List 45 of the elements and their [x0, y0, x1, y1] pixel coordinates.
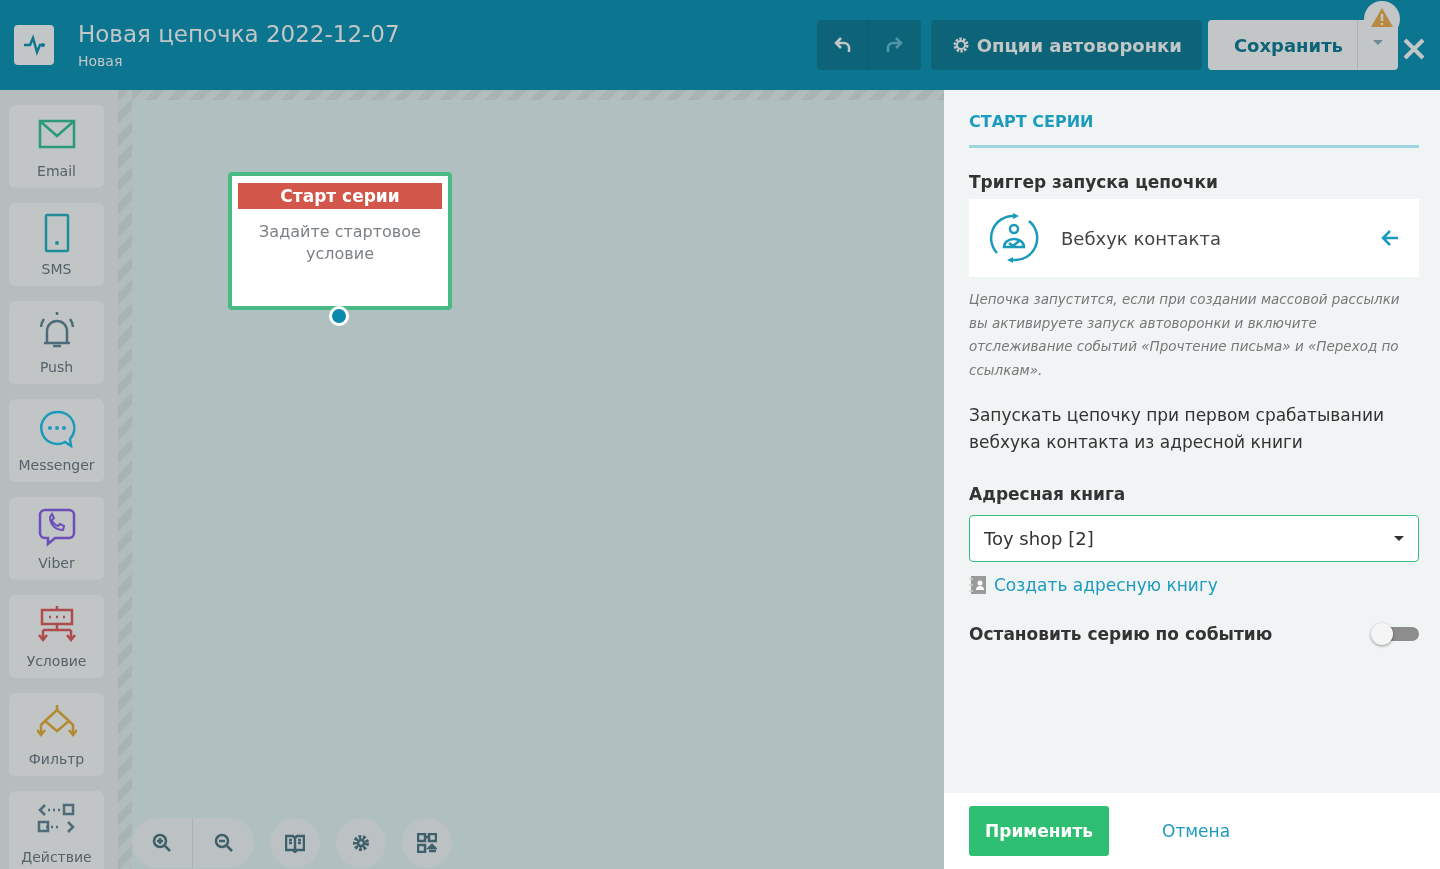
palette-item[interactable]: Messenger: [9, 399, 104, 482]
summary-text: Запускать цепочку при первом срабатывании вебхука контакта из адресной книги: [969, 404, 1385, 454]
guide-button[interactable]: [270, 818, 320, 868]
palette-item[interactable]: SMS: [9, 203, 104, 286]
settings-icon: [351, 833, 371, 853]
create-book-link[interactable]: Создать адресную книгу: [994, 575, 1218, 595]
palette-item[interactable]: Условие: [9, 595, 104, 678]
contact-book-icon: [969, 576, 987, 594]
blocks-icon: [417, 833, 437, 853]
window-title: Новая цепочка 2022-12-07: [78, 21, 401, 47]
description-text: Цепочка запустится, если при создании массовой рассылки вы активируете запуск автоворонки и включите отслеживание событий «Прочтение письма» и «Переход по ссылкам».: [969, 290, 1401, 380]
settings-button[interactable]: [336, 818, 386, 868]
stop-toggle[interactable]: [1371, 623, 1419, 645]
options-button[interactable]: Опции автоворонки: [930, 20, 1202, 70]
zoom-out-icon: [213, 833, 234, 853]
book-icon: [285, 833, 305, 853]
node-title: Старт серии: [238, 183, 442, 209]
pulse-icon: [21, 33, 47, 57]
field-label: Триггер запуска цепочки: [969, 172, 1219, 192]
phone-bubble-icon: [36, 506, 77, 547]
palette-item[interactable]: Фильтр: [9, 693, 104, 776]
palette-item[interactable]: Email: [9, 105, 104, 188]
section-heading: СТАРТ СЕРИИ: [969, 112, 1419, 148]
caret-icon: [1394, 536, 1404, 541]
field-label: Адресная книга: [969, 484, 1127, 504]
address-book-select[interactable]: Toy shop [2]: [969, 515, 1419, 562]
zoom-in-icon: [152, 833, 172, 853]
palette-item[interactable]: Viber: [9, 497, 104, 580]
palette-item[interactable]: Push: [9, 301, 104, 384]
start-node-card[interactable]: Старт серии Задайте стартовое условие: [228, 172, 452, 310]
node-text: Задайте стартовое условие: [258, 221, 422, 265]
layout-button[interactable]: [402, 818, 452, 868]
connector-port[interactable]: [329, 306, 349, 326]
close-icon: [1402, 37, 1426, 61]
apply-button[interactable]: Применить: [969, 806, 1109, 856]
close-button[interactable]: [1402, 37, 1426, 61]
toggle-label: Остановить серию по событию: [969, 624, 1274, 644]
caret-icon: [1373, 40, 1383, 45]
cancel-button[interactable]: Отмена: [1156, 820, 1237, 842]
trigger-card[interactable]: Вебхук контакта: [969, 199, 1419, 277]
person-cycle-icon: [989, 213, 1039, 263]
status-text: Новая: [78, 53, 124, 69]
back-button[interactable]: [1381, 229, 1399, 247]
arrow-left-icon: [1381, 229, 1399, 247]
palette-item[interactable]: Действие: [9, 791, 104, 869]
